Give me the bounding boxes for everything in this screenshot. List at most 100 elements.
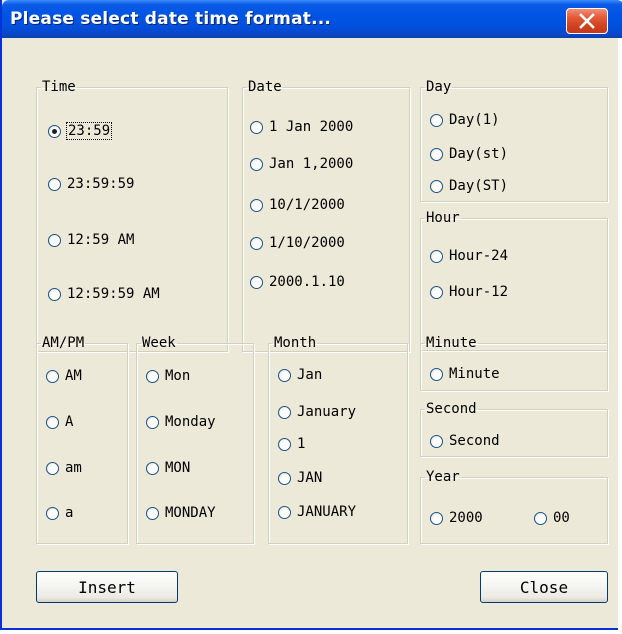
radio-month-4[interactable]: JAN [278,467,322,489]
ampm-legend: AM/PM [42,335,85,351]
radio-label: 00 [553,510,570,526]
radio-date-4[interactable]: 1/10/2000 [250,232,345,254]
radio-label: 1 [297,436,306,452]
radio-hour-2[interactable]: Hour-12 [430,281,508,303]
radio-label: AM [65,368,82,384]
radio-button-icon [48,233,61,247]
radio-button-icon [146,369,159,383]
radio-button-icon [430,511,443,525]
radio-button-icon [430,285,443,299]
radio-ampm-3[interactable]: am [46,457,82,479]
radio-week-3[interactable]: MON [146,457,190,479]
radio-label: Second [449,433,500,449]
radio-label: A [65,414,74,430]
radio-label: January [297,404,357,420]
radio-button-icon [278,405,291,419]
radio-button-icon [278,437,291,451]
insert-button[interactable]: Insert [36,571,178,603]
radio-button-icon [430,367,443,381]
radio-label: Day(st) [449,146,509,162]
radio-label: JAN [297,470,323,486]
radio-label: Day(1) [449,112,500,128]
radio-day-1[interactable]: Day(1) [430,109,500,131]
radio-label: Day(ST) [449,178,509,194]
title-bar[interactable]: Please select date time format... [2,0,622,38]
radio-button-icon [48,124,61,138]
second-legend: Second [426,401,477,417]
radio-label: Mon [165,368,191,384]
radio-button-icon [46,369,59,383]
window-close-button[interactable] [566,8,608,34]
radio-label: 1/10/2000 [269,235,345,251]
radio-month-1[interactable]: Jan [278,364,322,386]
radio-day-2[interactable]: Day(st) [430,143,508,165]
radio-button-icon [146,506,159,520]
year-legend: Year [426,469,460,485]
radio-minute-1[interactable]: Minute [430,363,500,385]
radio-time-4[interactable]: 12:59:59 AM [48,283,160,305]
radio-label: Jan 1,2000 [269,156,354,172]
month-legend: Month [274,335,317,351]
radio-button-icon [250,157,263,171]
close-x-icon [579,13,595,29]
radio-label: MONDAY [165,505,216,521]
radio-label: 12:59:59 AM [67,286,160,302]
radio-label: 23:59 [65,122,113,140]
radio-label: Jan [297,367,323,383]
radio-button-icon [430,249,443,263]
week-legend: Week [142,335,176,351]
radio-label: 2000.1.10 [269,274,345,290]
radio-label: a [65,505,74,521]
radio-label: am [65,460,82,476]
radio-date-3[interactable]: 10/1/2000 [250,194,345,216]
minute-legend: Minute [426,335,477,351]
radio-month-3[interactable]: 1 [278,433,305,455]
radio-time-1[interactable]: 23:59 [48,120,113,142]
radio-week-2[interactable]: Monday [146,411,216,433]
radio-button-icon [430,147,443,161]
radio-date-2[interactable]: Jan 1,2000 [250,153,353,175]
radio-time-2[interactable]: 23:59:59 [48,173,134,195]
radio-label: Hour-12 [449,284,509,300]
radio-label: 12:59 AM [67,232,135,248]
radio-month-2[interactable]: January [278,401,356,423]
radio-button-icon [46,415,59,429]
day-legend: Day [426,79,452,95]
window-title: Please select date time format... [10,9,332,29]
close-button[interactable]: Close [480,571,608,603]
radio-date-1[interactable]: 1 Jan 2000 [250,116,353,138]
radio-button-icon [278,368,291,382]
radio-label: 1 Jan 2000 [269,119,354,135]
radio-ampm-1[interactable]: AM [46,365,82,387]
radio-button-icon [430,113,443,127]
radio-year-1[interactable]: 2000 [430,507,483,529]
radio-ampm-2[interactable]: A [46,411,73,433]
radio-button-icon [250,275,263,289]
radio-year-2[interactable]: 00 [534,507,570,529]
radio-date-5[interactable]: 2000.1.10 [250,271,345,293]
radio-second-1[interactable]: Second [430,430,500,452]
radio-label: Hour-24 [449,248,509,264]
radio-time-3[interactable]: 12:59 AM [48,229,134,251]
radio-label: Minute [449,366,500,382]
radio-button-icon [250,198,263,212]
date-legend: Date [248,79,282,95]
radio-label: MON [165,460,191,476]
radio-label: JANUARY [297,504,357,520]
radio-button-icon [430,434,443,448]
hour-legend: Hour [426,210,460,226]
radio-button-icon [278,471,291,485]
radio-week-4[interactable]: MONDAY [146,502,216,524]
dialog-window: Please select date time format... Time 2… [0,0,622,630]
radio-label: 10/1/2000 [269,197,345,213]
radio-week-1[interactable]: Mon [146,365,190,387]
radio-button-icon [46,506,59,520]
radio-hour-1[interactable]: Hour-24 [430,245,508,267]
radio-button-icon [250,236,263,250]
radio-day-3[interactable]: Day(ST) [430,175,508,197]
radio-label: 23:59:59 [67,176,135,192]
radio-label: 2000 [449,510,483,526]
radio-ampm-4[interactable]: a [46,502,73,524]
radio-button-icon [48,177,61,191]
radio-month-5[interactable]: JANUARY [278,501,356,523]
